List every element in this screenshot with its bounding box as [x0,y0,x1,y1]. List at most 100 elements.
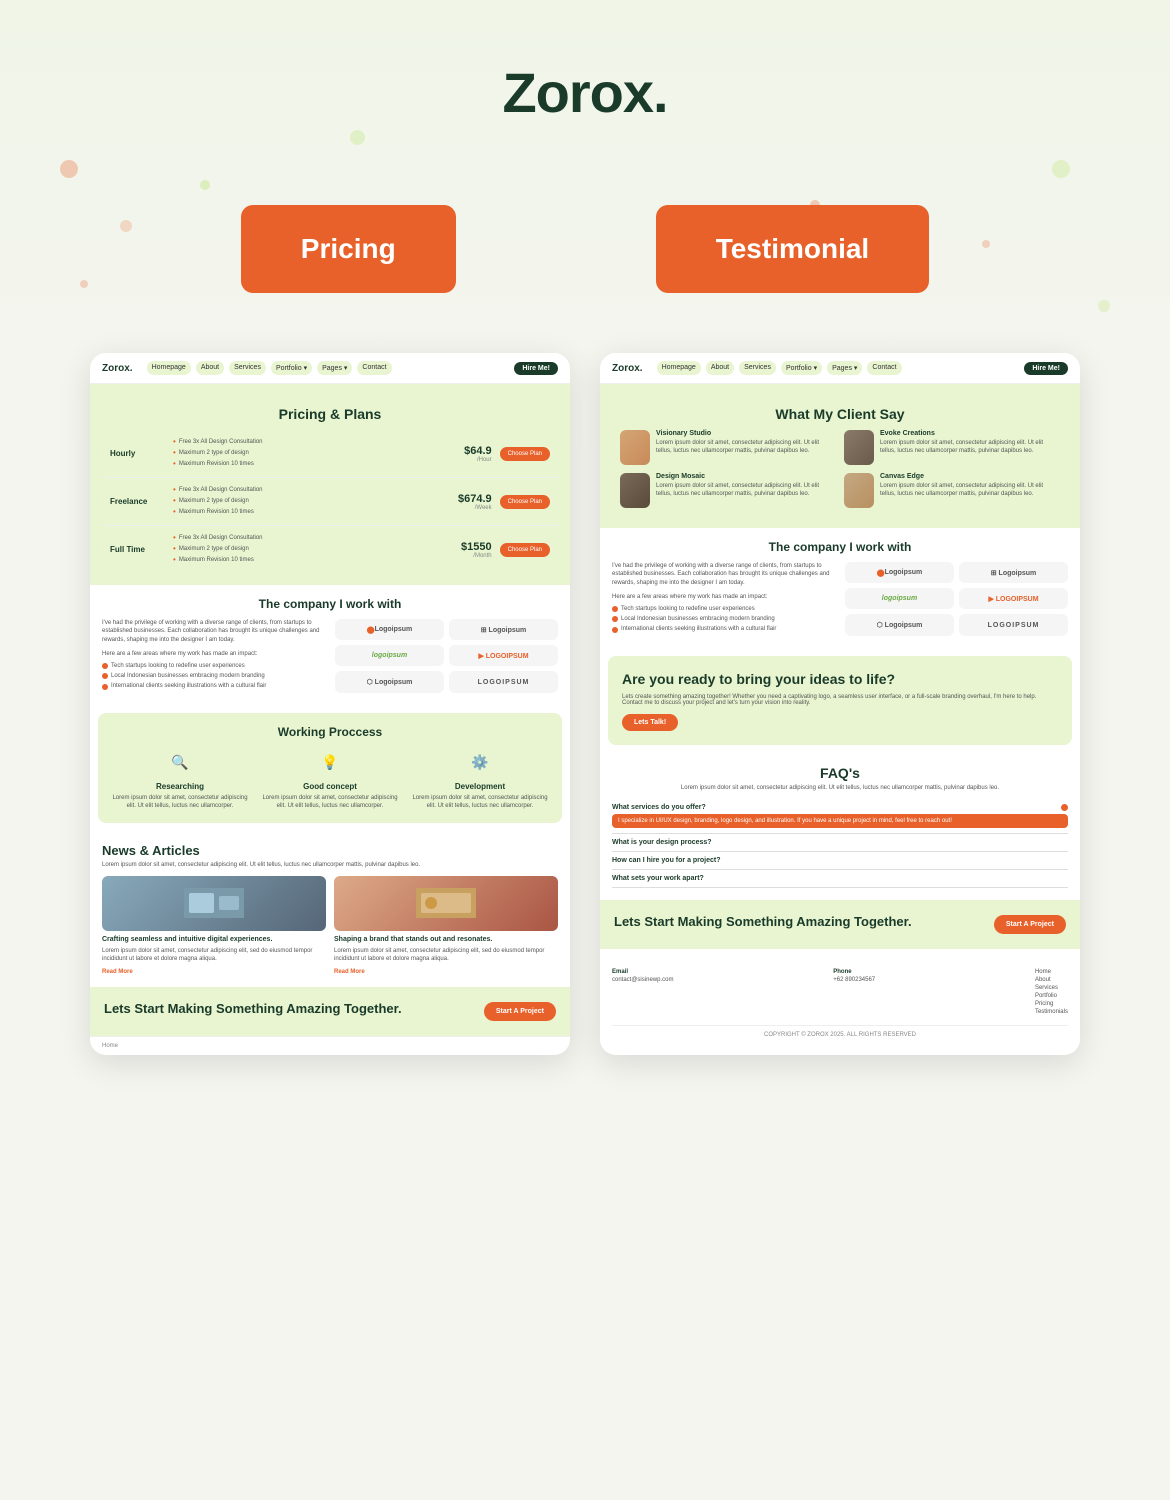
faq-title: FAQ's [612,765,1068,781]
lets-talk-btn[interactable]: Lets Talk! [622,714,678,731]
right-nav-links: Homepage About Services Portfolio ▾ Page… [657,361,1017,375]
dev-title: Development [410,782,550,791]
client-text-2: Lorem ipsum dolor sit amet, consectetur … [880,439,1060,456]
faq-question-3[interactable]: How can I hire you for a project? [612,857,1068,864]
left-footer-cta: Lets Start Making Something Amazing Toge… [90,987,570,1036]
testimonial-content-2: Evoke Creations Lorem ipsum dolor sit am… [880,430,1060,456]
faq-item-1: What services do you offer? I specialize… [612,799,1068,834]
footer-nav-portfolio[interactable]: Portfolio [1035,993,1068,999]
testimonial-section: What My Client Say Visionary Studio Lore… [600,384,1080,528]
pricing-price-freelance: $674.9 [442,493,492,505]
left-nav-services[interactable]: Services [229,361,266,375]
left-start-project-btn[interactable]: Start A Project [484,1002,556,1021]
choose-plan-fulltime[interactable]: Choose Plan [500,543,550,557]
right-nav-hireme[interactable]: Hire Me! [1024,362,1068,375]
footer-nav-about[interactable]: About [1035,977,1068,983]
left-footer-nav-home[interactable]: Home [102,1043,118,1049]
news-image-1 [102,876,326,931]
pricing-hero-button[interactable]: Pricing [241,205,456,293]
pricing-features-fulltime: Free 3x All Design Consultation Maximum … [173,533,434,566]
faq-answer-1: I specialize in UI/UX design, branding, … [612,814,1068,828]
right-logo-2: ⊞ Logoipsum [959,562,1068,583]
right-nav-pages[interactable]: Pages ▾ [827,361,862,375]
right-nav-contact[interactable]: Contact [867,361,901,375]
footer-nav-list: Home About Services Portfolio Pricing Te… [1035,969,1068,1015]
left-nav-hireme[interactable]: Hire Me! [514,362,558,375]
left-company-layout: I've had the privilege of working with a… [102,619,558,693]
working-title: Working Proccess [110,725,550,739]
right-logo-4: ▶ LOGOIPSUM [959,588,1068,609]
testimonial-hero-button[interactable]: Testimonial [656,205,930,293]
faq-question-4[interactable]: What sets your work apart? [612,875,1068,882]
pricing-period-hourly: /Hour [442,457,492,463]
pricing-features-freelance: Free 3x All Design Consultation Maximum … [173,485,434,518]
news-desc: Lorem ipsum dolor sit amet, consectetur … [102,862,558,868]
news-image-2 [334,876,558,931]
avatar-visionary [620,430,650,465]
pricing-feature-f2: Maximum 2 type of design [173,496,434,505]
right-nav-services[interactable]: Services [739,361,776,375]
logo-1: ⬤ Logoipsum [335,619,444,640]
logo-4: ▶ LOGOIPSUM [449,645,558,666]
bullet-intl: International clients seeking illustrati… [102,682,325,690]
dev-icon: ⚙️ [466,749,494,777]
right-start-project-btn[interactable]: Start A Project [994,915,1066,934]
pricing-price-hourly: $64.9 [442,445,492,457]
faq-question-1[interactable]: What services do you offer? [612,804,1068,811]
choose-plan-freelance[interactable]: Choose Plan [500,495,550,509]
footer-nav-testimonials[interactable]: Testimonials [1035,1009,1068,1015]
faq-question-2[interactable]: What is your design process? [612,839,1068,846]
site-logo: Zorox. [0,60,1170,125]
right-nav-about[interactable]: About [706,361,734,375]
left-footer-cta-title: Lets Start Making Something Amazing Toge… [104,1001,402,1016]
left-nav-links: Homepage About Services Portfolio ▾ Page… [147,361,507,375]
right-company-paragraph: I've had the privilege of working with a… [612,563,829,586]
news-title: News & Articles [102,843,558,858]
footer-nav-home[interactable]: Home [1035,969,1068,975]
right-company-bullets: Here are a few areas where my work has m… [612,593,835,634]
left-nav-portfolio[interactable]: Portfolio ▾ [271,361,312,375]
pricing-feature-ft1: Free 3x All Design Consultation [173,533,434,542]
logo-6: LOGOIPSUM [449,671,558,692]
pricing-title: Pricing & Plans [102,396,558,430]
right-nav-portfolio[interactable]: Portfolio ▾ [781,361,822,375]
pricing-feature-ft3: Maximum Revision 10 times [173,555,434,564]
right-footer: Email contact@sisinewp.com Phone +62 890… [600,949,1080,1048]
client-text-3: Lorem ipsum dolor sit amet, consectetur … [656,482,836,499]
left-company-section: The company I work with I've had the pri… [90,585,570,705]
faq-q4-text: What sets your work apart? [612,875,704,882]
footer-nav-services[interactable]: Services [1035,985,1068,991]
read-more-2[interactable]: Read More [334,969,365,975]
faq-q3-text: How can I hire you for a project? [612,857,721,864]
left-navbar: Zorox. Homepage About Services Portfolio… [90,353,570,384]
testimonial-screenshot: Zorox. Homepage About Services Portfolio… [600,353,1080,1055]
left-nav-about[interactable]: About [196,361,224,375]
pricing-period-freelance: /Week [442,505,492,511]
left-nav-pages[interactable]: Pages ▾ [317,361,352,375]
faq-item-4: What sets your work apart? [612,870,1068,888]
company-bullets: Here are a few areas where my work has m… [102,650,325,691]
news-section: News & Articles Lorem ipsum dolor sit am… [90,831,570,988]
pricing-row-hourly: Hourly Free 3x All Design Consultation M… [102,430,558,478]
client-text-4: Lorem ipsum dolor sit amet, consectetur … [880,482,1060,499]
left-nav-homepage[interactable]: Homepage [147,361,191,375]
pricing-type-fulltime: Full Time [110,545,165,554]
pricing-plans-section: Pricing & Plans Hourly Free 3x All Desig… [90,384,570,585]
right-logo-grid: ⬤ Logoipsum ⊞ Logoipsum logoipsum ▶ LOGO… [845,562,1068,636]
faq-toggle-1[interactable] [1061,804,1068,811]
pricing-type-freelance: Freelance [110,497,165,506]
bullets-label: Here are a few areas where my work has m… [102,650,325,658]
choose-plan-hourly[interactable]: Choose Plan [500,447,550,461]
pricing-feature-2: Maximum 2 type of design [173,448,434,457]
right-footer-cta-title: Lets Start Making Something Amazing Toge… [614,914,912,929]
left-company-title: The company I work with [102,597,558,611]
right-nav-homepage[interactable]: Homepage [657,361,701,375]
read-more-1[interactable]: Read More [102,969,133,975]
left-nav-contact[interactable]: Contact [357,361,391,375]
hero-buttons: Pricing Testimonial [0,205,1170,293]
footer-nav-pricing[interactable]: Pricing [1035,1001,1068,1007]
pricing-period-fulltime: /Month [442,553,492,559]
testimonial-card-2: Evoke Creations Lorem ipsum dolor sit am… [844,430,1060,465]
pricing-feature-f3: Maximum Revision 10 times [173,507,434,516]
faq-item-2: What is your design process? [612,834,1068,852]
